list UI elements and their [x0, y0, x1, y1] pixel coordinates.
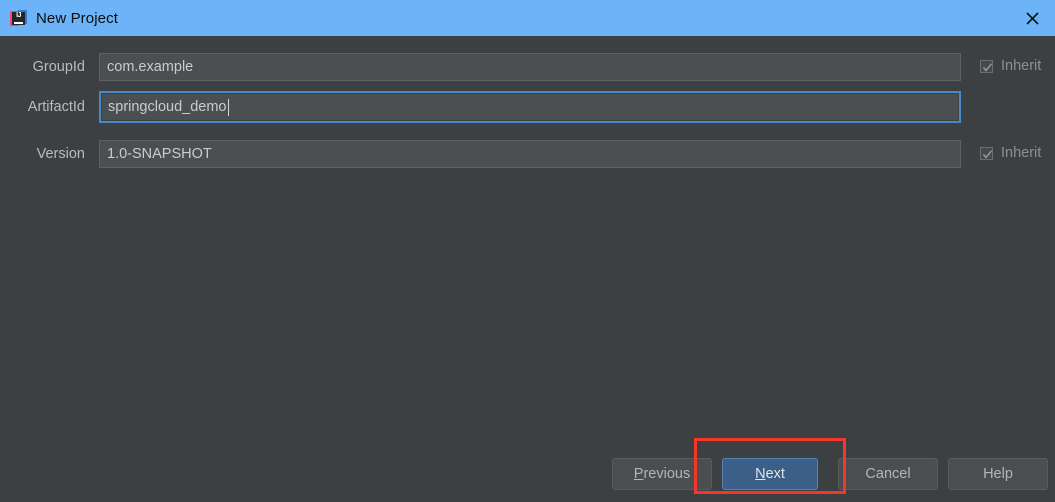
- version-label: Version: [36, 146, 85, 162]
- close-icon: [1025, 11, 1039, 25]
- version-inherit-checkbox[interactable]: Inherit: [980, 145, 1041, 161]
- text-caret: [227, 98, 229, 116]
- next-button-mnemonic: N: [755, 466, 766, 482]
- next-button-label: ext: [765, 466, 785, 482]
- intellij-idea-icon: IJ: [10, 9, 27, 27]
- window-title: New Project: [36, 9, 118, 27]
- version-input[interactable]: 1.0-SNAPSHOT: [99, 140, 961, 168]
- groupid-input[interactable]: com.example: [99, 53, 961, 81]
- cancel-button[interactable]: Cancel: [838, 458, 938, 490]
- groupid-inherit-checkbox[interactable]: Inherit: [980, 58, 1041, 74]
- previous-button-label: revious: [643, 466, 691, 482]
- form-row-artifactid: ArtifactId springcloud_demo: [0, 91, 1055, 123]
- checkbox-checked-icon: [980, 59, 993, 73]
- help-button-label: Help: [983, 466, 1013, 482]
- artifactid-value: springcloud_demo: [108, 99, 227, 115]
- title-bar: IJ New Project: [0, 0, 1055, 36]
- cancel-button-label: Cancel: [865, 466, 911, 482]
- form-row-groupid: GroupId com.example: [0, 52, 1055, 82]
- help-button[interactable]: Help: [948, 458, 1048, 490]
- form-row-version: Version 1.0-SNAPSHOT: [0, 139, 1055, 169]
- artifactid-label: ArtifactId: [27, 99, 85, 115]
- groupid-inherit-label: Inherit: [1001, 58, 1042, 74]
- app-icon-text: IJ: [16, 11, 21, 19]
- previous-button-mnemonic: P: [633, 466, 644, 482]
- version-inherit-label: Inherit: [1001, 145, 1042, 161]
- new-project-dialog: IJ New Project GroupId com.example Inher…: [0, 0, 1055, 502]
- checkbox-checked-icon: [980, 146, 993, 160]
- dialog-body: GroupId com.example Inherit ArtifactId s…: [0, 36, 1055, 502]
- groupid-label: GroupId: [32, 59, 85, 75]
- next-button[interactable]: Next: [722, 458, 818, 490]
- previous-button[interactable]: Previous: [612, 458, 712, 490]
- close-button[interactable]: [1009, 0, 1055, 36]
- artifactid-input[interactable]: springcloud_demo: [99, 91, 961, 123]
